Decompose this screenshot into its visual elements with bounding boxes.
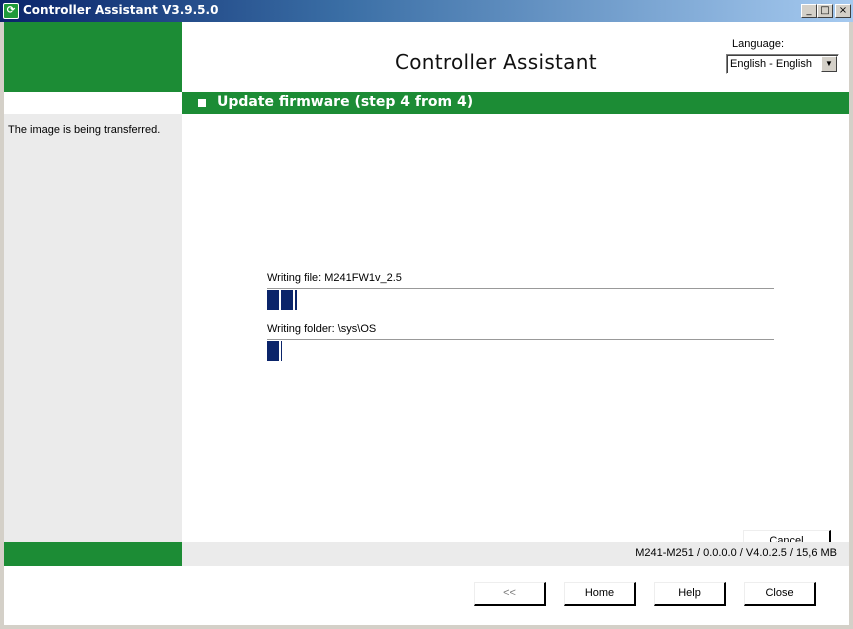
file-progress-divider [267, 288, 774, 289]
main-content: Writing file: M241FW1v_2.5 Writing folde… [182, 114, 849, 553]
close-button[interactable]: Close [744, 582, 816, 606]
folder-progress-fill [267, 341, 282, 361]
client-area: Controller Assistant Language: English -… [4, 22, 849, 625]
square-bullet-icon [198, 99, 206, 107]
language-label: Language: [732, 38, 784, 50]
help-button[interactable]: Help [654, 582, 726, 606]
controller-app-icon[interactable]: ⟳ [3, 3, 19, 19]
footer-nav: << Home Help Close [4, 566, 849, 625]
minimize-button[interactable]: _ [801, 4, 817, 18]
title-bar[interactable]: ⟳ Controller Assistant V3.9.5.0 _ □ × [0, 0, 853, 22]
file-progress-fill [267, 290, 297, 310]
chevron-down-icon[interactable]: ▼ [821, 56, 837, 72]
step-header: Update firmware (step 4 from 4) [182, 92, 849, 114]
language-select[interactable]: English - English ▼ [726, 54, 839, 74]
app-window: ⟳ Controller Assistant V3.9.5.0 _ □ × Co… [0, 0, 853, 629]
language-value: English - English [730, 58, 812, 70]
header: Controller Assistant Language: English -… [182, 22, 849, 92]
close-window-button[interactable]: × [835, 4, 851, 18]
left-spacer [4, 92, 182, 114]
brand-band-bottom [4, 542, 182, 566]
brand-band-top [4, 22, 182, 92]
file-progress-bar [267, 290, 774, 310]
window-title: Controller Assistant V3.9.5.0 [23, 3, 219, 17]
folder-progress-bar [267, 341, 774, 361]
back-button[interactable]: << [474, 582, 546, 606]
maximize-button[interactable]: □ [817, 4, 833, 18]
home-button[interactable]: Home [564, 582, 636, 606]
step-title: Update firmware (step 4 from 4) [217, 94, 474, 110]
device-status: M241-M251 / 0.0.0.0 / V4.0.2.5 / 15,6 MB [635, 547, 837, 559]
folder-progress-label: Writing folder: \sys\OS [267, 323, 377, 335]
folder-progress-divider [267, 339, 774, 340]
status-bar: M241-M251 / 0.0.0.0 / V4.0.2.5 / 15,6 MB [182, 542, 849, 566]
page-title: Controller Assistant [395, 50, 597, 74]
file-progress-label: Writing file: M241FW1v_2.5 [267, 272, 402, 284]
info-message: The image is being transferred. [8, 124, 161, 136]
info-panel: The image is being transferred. [4, 114, 182, 542]
